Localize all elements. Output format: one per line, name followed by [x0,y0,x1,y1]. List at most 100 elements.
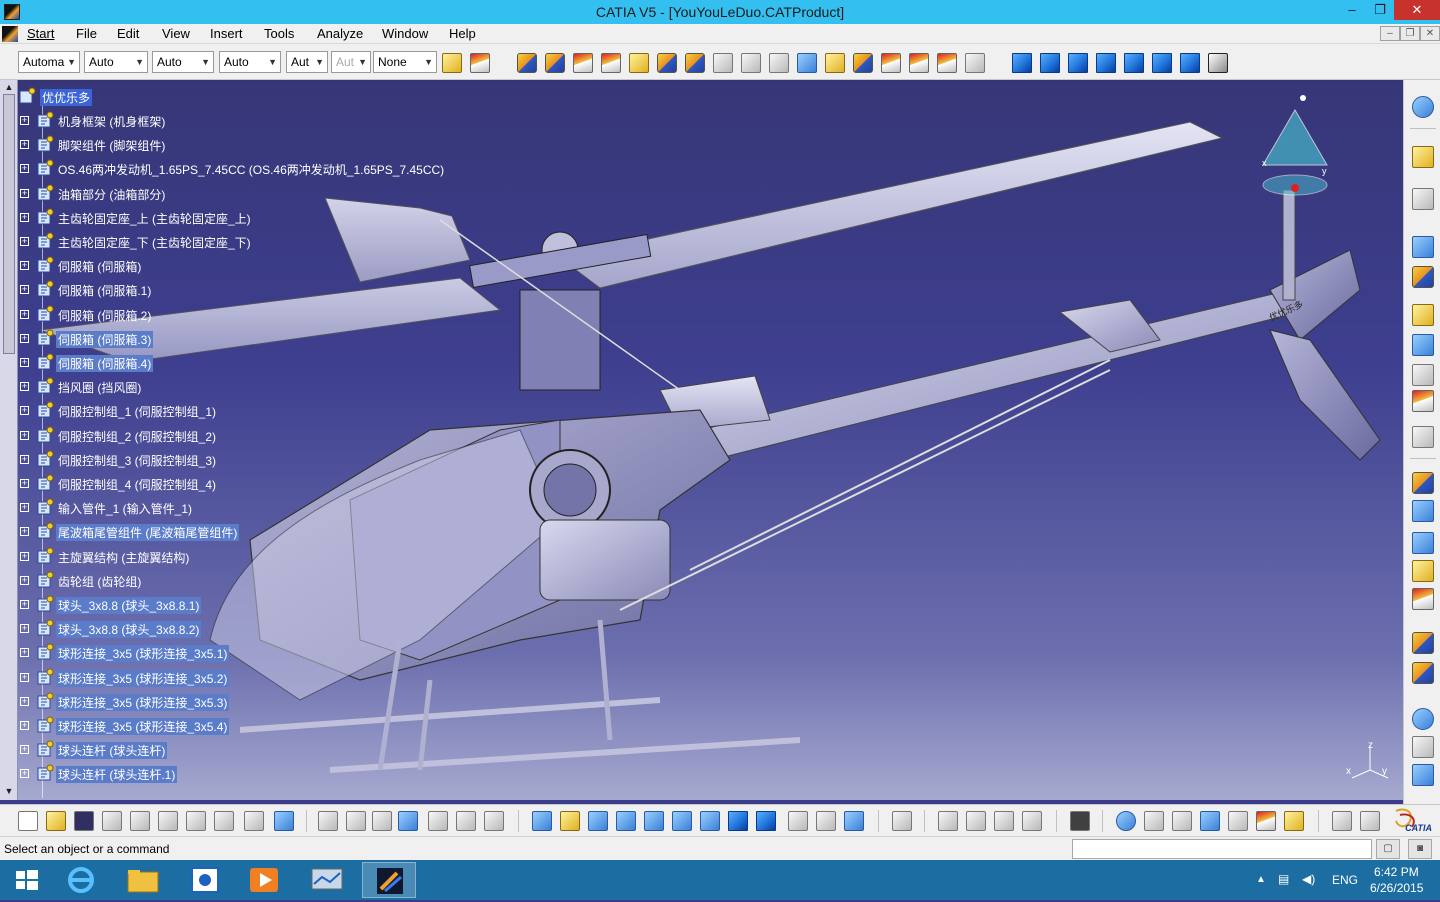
windows-start-button[interactable] [0,862,54,898]
lighting-icon[interactable] [1256,811,1276,831]
zoom-in-icon[interactable] [644,811,664,831]
paste-icon[interactable] [186,811,206,831]
menu-view[interactable]: View [162,26,190,41]
assembly-constraint-icon[interactable] [517,53,537,73]
command-input[interactable] [1072,839,1372,859]
publication-icon[interactable] [1412,736,1434,758]
expand-plus-icon[interactable]: + [20,672,29,682]
doc-close-button[interactable]: ✕ [1420,26,1440,41]
cancel-command-button[interactable]: ▢ [1376,839,1400,859]
pan-icon[interactable] [588,811,608,831]
expand-plus-icon[interactable]: + [20,333,29,343]
expand-plus-icon[interactable]: + [20,430,29,440]
internet-explorer-button[interactable] [54,862,108,898]
clock-time[interactable]: 6:42 PM [1374,865,1419,879]
smart-move-icon[interactable] [769,53,789,73]
bill-of-material-icon[interactable] [1412,500,1434,522]
left-view-icon[interactable] [1096,53,1116,73]
search-icon[interactable] [1200,811,1220,831]
open-folder-icon[interactable] [46,811,66,831]
measure-icon[interactable] [1412,426,1434,448]
analyze-icon[interactable] [1412,532,1434,554]
menu-edit[interactable]: Edit [117,26,139,41]
swirl-icon[interactable] [1412,708,1434,730]
expand-plus-icon[interactable]: + [20,382,29,392]
zoom-out-icon[interactable] [672,811,692,831]
stop-command-button[interactable]: ◙ [1408,839,1432,859]
camera-icon[interactable] [1070,811,1090,831]
expand-plus-icon[interactable]: + [20,696,29,706]
manipulation-icon[interactable] [713,53,733,73]
isometric-view-icon[interactable] [1012,53,1032,73]
expand-plus-icon[interactable]: + [20,721,29,730]
thickness-combo[interactable]: Auto ▼ [219,51,281,73]
normal-view-icon[interactable] [700,811,720,831]
top-view-icon[interactable] [1152,53,1172,73]
anchor-icon[interactable] [1412,334,1434,356]
volume-icon[interactable]: ◀) [1302,872,1315,886]
network-icon[interactable]: ▤ [1278,872,1289,886]
paint-app-button[interactable] [178,862,232,898]
multi-view-icon[interactable] [728,811,748,831]
fly-icon[interactable] [532,811,552,831]
expand-plus-icon[interactable]: + [20,527,29,537]
render-style-icon[interactable] [788,811,808,831]
catalog-icon[interactable] [1412,364,1434,386]
compass-toggle-icon[interactable] [1412,96,1434,118]
menu-start[interactable]: Start [27,26,54,41]
table-icon[interactable] [398,811,418,831]
graph-tree-reordering-icon[interactable] [685,53,705,73]
save-icon[interactable] [74,811,94,831]
sectioning-tool-icon[interactable] [994,811,1014,831]
monitor-app-button[interactable] [300,862,354,898]
expand-plus-icon[interactable]: + [20,188,29,198]
expand-plus-icon[interactable]: + [20,648,29,658]
comment-icon[interactable] [346,811,366,831]
previous-icon[interactable] [1144,811,1164,831]
expand-plus-icon[interactable]: + [20,454,29,464]
named-views-icon[interactable] [1208,53,1228,73]
fit-all-icon[interactable] [560,811,580,831]
expand-plus-icon[interactable]: + [20,406,29,416]
graphic-properties-icon[interactable] [470,53,490,73]
scroll-down-icon[interactable]: ▼ [3,786,15,796]
menu-tools[interactable]: Tools [264,26,294,41]
menu-insert[interactable]: Insert [210,26,243,41]
print-icon[interactable] [102,811,122,831]
menu-file[interactable]: File [76,26,97,41]
expand-plus-icon[interactable]: + [20,212,29,222]
expand-plus-icon[interactable]: + [20,624,29,634]
front-view-icon[interactable] [1040,53,1060,73]
expand-plus-icon[interactable]: + [20,309,29,319]
transparency-combo[interactable]: Auto ▼ [84,51,148,73]
expand-plus-icon[interactable]: + [20,769,29,779]
target-icon[interactable] [1116,811,1136,831]
snap-icon[interactable] [741,53,761,73]
expand-plus-icon[interactable]: + [20,745,29,755]
media-player-button[interactable] [238,862,292,898]
right-view-icon[interactable] [1124,53,1144,73]
existing-component-icon[interactable] [545,53,565,73]
back-view-icon[interactable] [1068,53,1088,73]
expand-plus-icon[interactable]: + [20,237,29,246]
painter-icon[interactable] [442,53,462,73]
sketch-icon[interactable] [428,811,448,831]
offset-constraint-icon[interactable] [909,53,929,73]
light-bulb-icon[interactable] [1284,811,1304,831]
rotate-view-icon[interactable] [616,811,636,831]
clash-icon[interactable] [1412,390,1434,412]
fly-mode-icon[interactable] [1412,188,1434,210]
expand-plus-icon[interactable]: + [20,551,29,561]
formula-icon[interactable] [318,811,338,831]
expand-plus-icon[interactable]: + [20,479,29,488]
restore-button[interactable]: ❐ [1366,0,1394,20]
book-icon[interactable] [1228,811,1248,831]
contact-constraint-icon[interactable] [881,53,901,73]
distance-analysis-icon[interactable] [966,811,986,831]
knowledge-advisor-icon[interactable] [372,811,392,831]
scroll-thumb[interactable] [3,94,15,354]
expand-plus-icon[interactable]: + [20,261,29,271]
point-combo[interactable]: Aut ▼ [286,51,328,73]
new-product-icon[interactable] [601,53,621,73]
expand-plus-icon[interactable]: + [20,285,29,295]
